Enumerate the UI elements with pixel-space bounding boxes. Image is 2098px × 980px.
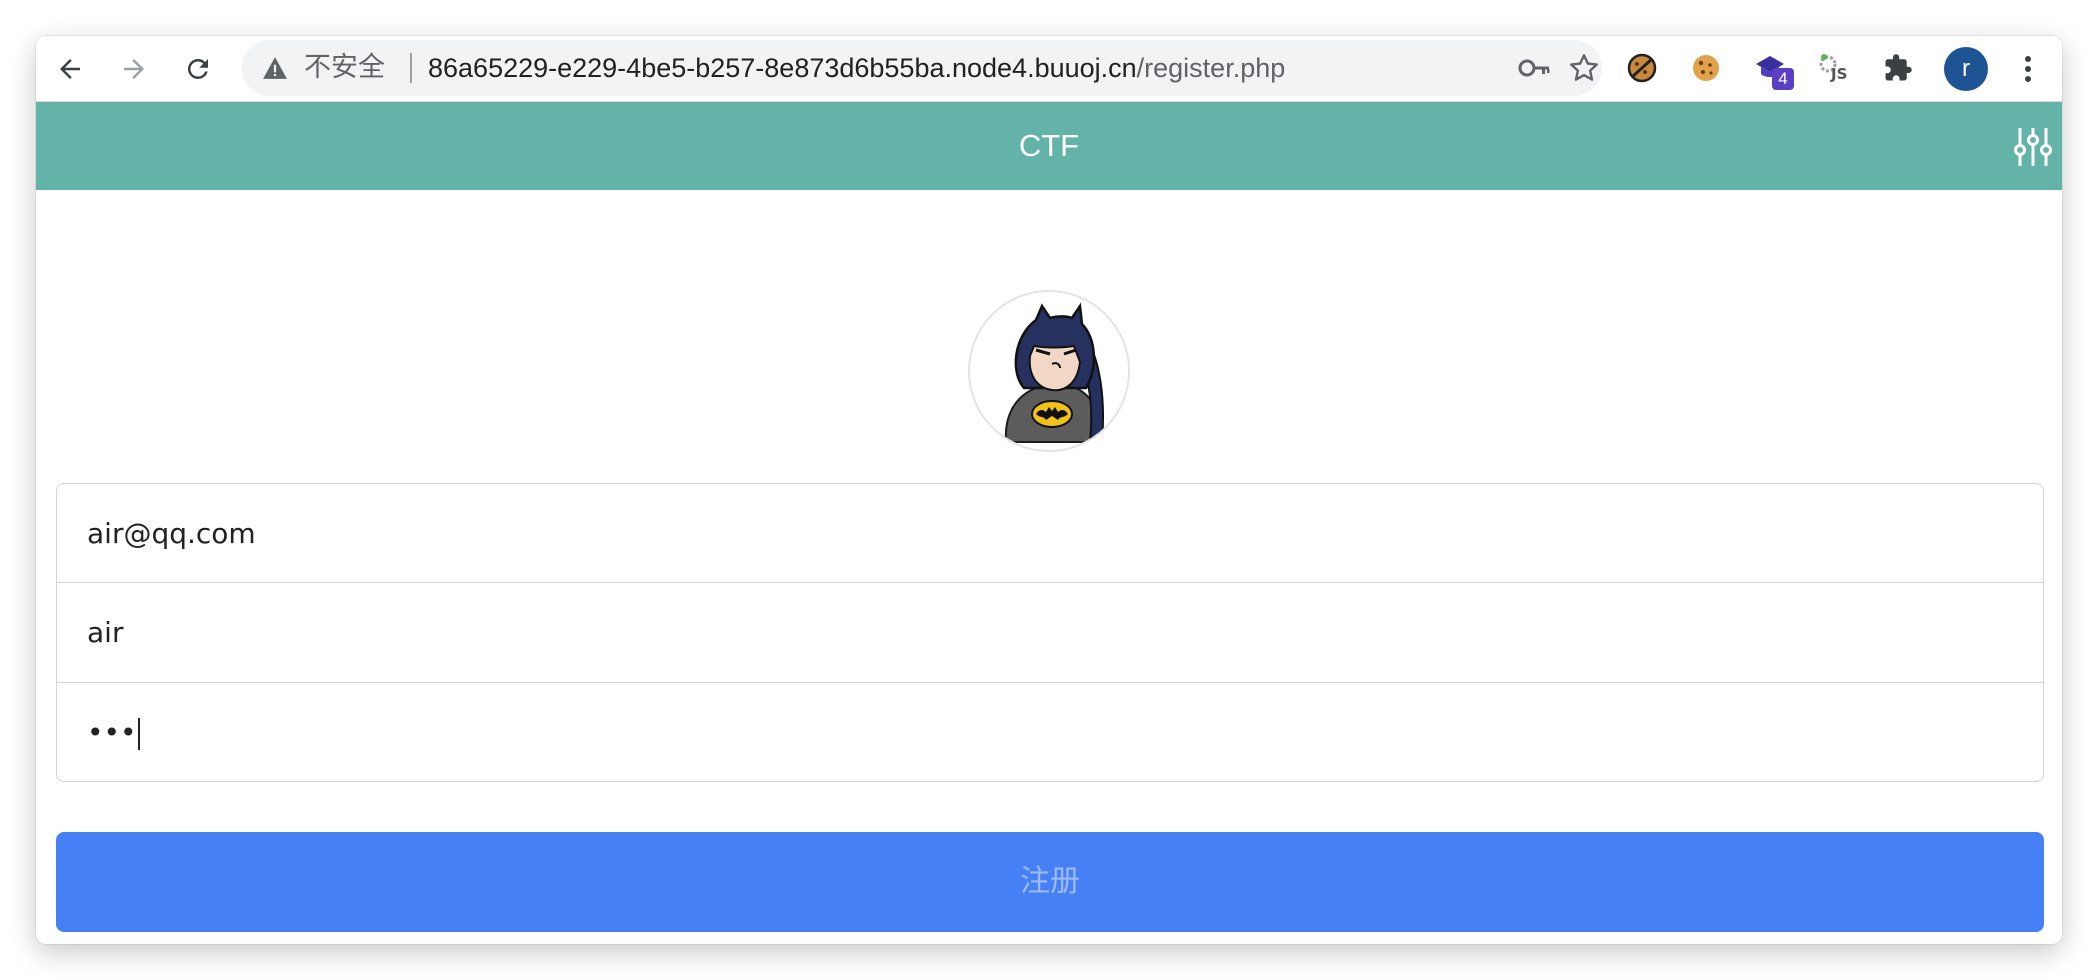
url-host: 86a65229-e229-4be5-b257-8e873d6b55ba.nod… [428,53,1137,83]
password-field[interactable]: ••• [56,682,2044,782]
forward-button[interactable] [114,49,154,89]
extensions-button[interactable] [1876,46,1920,90]
text-caret [137,718,140,750]
extension-badge: 4 [1772,68,1794,90]
svg-text:JS: JS [1830,65,1847,83]
extension-no-cookie[interactable] [1620,46,1664,90]
batman-avatar-icon [970,292,1128,450]
reload-button[interactable] [178,49,218,89]
browser-window: 不安全 86a65229-e229-4be5-b257-8e873d6b55ba… [36,36,2062,944]
app-header: CTF [36,102,2062,190]
register-button[interactable]: 注册 [56,832,2044,932]
batman-avatar-image [968,290,1130,452]
security-status-label[interactable]: 不安全 [304,52,385,84]
address-bar[interactable]: 不安全 86a65229-e229-4be5-b257-8e873d6b55ba… [242,40,1602,96]
warning-icon [263,57,287,79]
extension-js[interactable]: JS [1812,46,1856,90]
url-text[interactable]: 86a65229-e229-4be5-b257-8e873d6b55ba.nod… [428,52,1285,84]
extension-graduation[interactable]: 4 [1748,46,1794,90]
username-field[interactable]: air [56,583,2044,683]
email-field[interactable]: air@qq.com [56,483,2044,583]
kebab-menu-icon [2025,56,2031,82]
reload-icon [187,58,208,79]
username-value: air [87,616,124,649]
email-value: air@qq.com [87,517,256,550]
browser-toolbar: 不安全 86a65229-e229-4be5-b257-8e873d6b55ba… [36,36,2062,102]
password-value: ••• [87,716,137,749]
no-cookie-extension-icon [1627,53,1657,83]
back-button[interactable] [50,49,90,89]
url-path: /register.php [1136,53,1286,83]
puzzle-extensions-icon [1885,54,1912,81]
js-extension-icon: JS [1819,54,1847,83]
cookie-extension-icon [1693,55,1719,81]
page: 不安全 86a65229-e229-4be5-b257-8e873d6b55ba… [0,0,2098,980]
star-icon[interactable] [1568,52,1600,84]
profile-avatar[interactable]: r [1944,47,1988,91]
browser-menu-button[interactable] [2008,49,2048,89]
address-separator [410,53,412,83]
back-arrow-icon [60,59,80,79]
sliders-icon[interactable] [2012,126,2054,168]
extension-cookie[interactable] [1684,46,1728,90]
key-icon[interactable] [1518,54,1552,82]
register-form: air@qq.com air ••• [56,483,2044,783]
app-title: CTF [1018,128,1080,163]
forward-arrow-icon [124,59,144,79]
